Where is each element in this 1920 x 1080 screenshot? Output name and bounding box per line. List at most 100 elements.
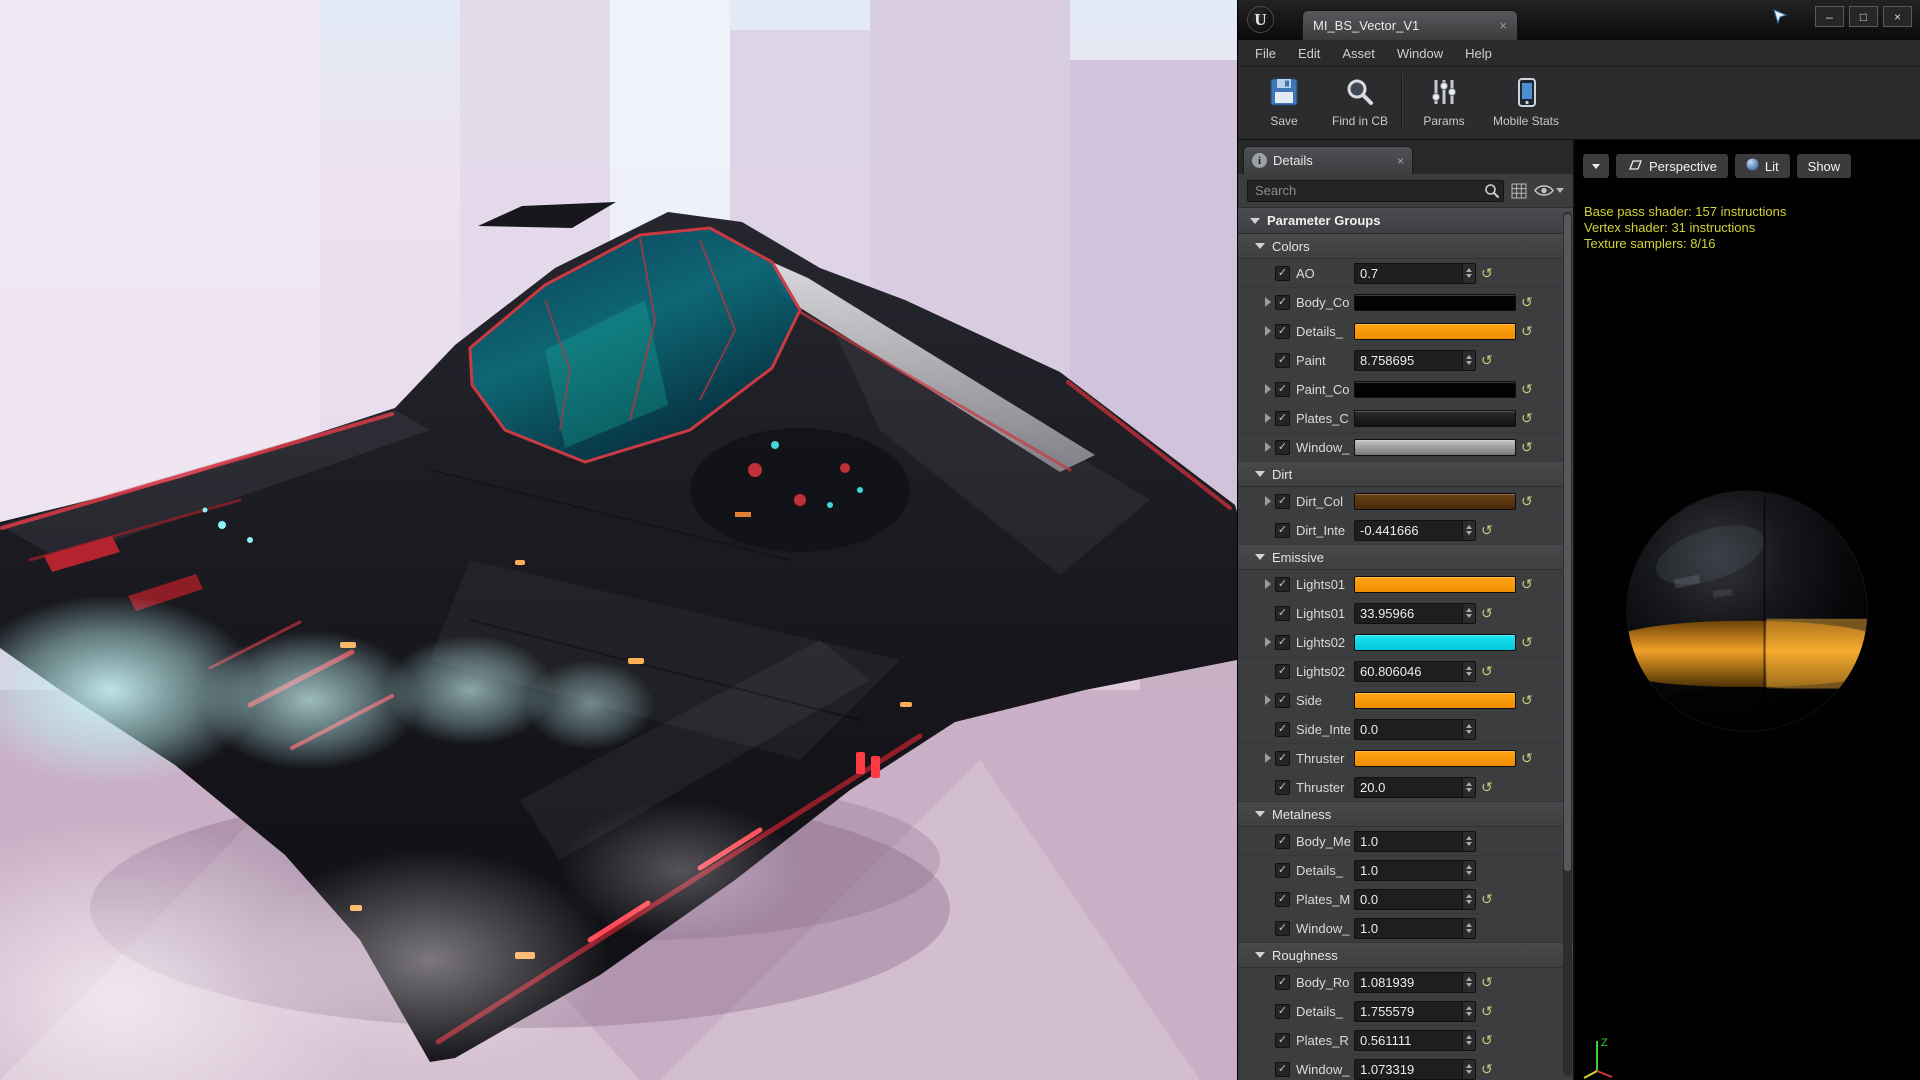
reset-icon[interactable]: ↺: [1521, 324, 1533, 338]
reset-icon[interactable]: ↺: [1521, 635, 1533, 649]
menu-help[interactable]: Help: [1454, 42, 1503, 65]
spinner-icon[interactable]: [1462, 603, 1475, 623]
param-checkbox[interactable]: ✓: [1275, 493, 1290, 509]
search-input[interactable]: [1247, 179, 1504, 202]
spinner-icon[interactable]: [1462, 263, 1475, 283]
color-swatch[interactable]: [1354, 293, 1516, 311]
expander-icon[interactable]: [1265, 695, 1271, 705]
color-swatch[interactable]: [1354, 409, 1516, 427]
visibility-filter-button[interactable]: [1534, 184, 1564, 197]
param-checkbox[interactable]: ✓: [1275, 605, 1290, 621]
color-swatch[interactable]: [1354, 575, 1516, 593]
expander-icon[interactable]: [1265, 442, 1271, 452]
param-checkbox[interactable]: ✓: [1275, 1032, 1290, 1048]
spinner-icon[interactable]: [1462, 918, 1475, 938]
menu-edit[interactable]: Edit: [1287, 42, 1331, 65]
param-checkbox[interactable]: ✓: [1275, 833, 1290, 849]
reset-icon[interactable]: ↺: [1481, 1062, 1493, 1076]
expander-icon[interactable]: [1265, 326, 1271, 336]
expander-icon[interactable]: [1265, 579, 1271, 589]
color-swatch[interactable]: [1354, 492, 1516, 510]
reset-icon[interactable]: ↺: [1481, 664, 1493, 678]
reset-icon[interactable]: ↺: [1481, 606, 1493, 620]
expander-icon[interactable]: [1265, 413, 1271, 423]
color-swatch[interactable]: [1354, 322, 1516, 340]
param-checkbox[interactable]: ✓: [1275, 381, 1290, 397]
material-preview-viewport[interactable]: Perspective Lit Show Base pass shader: 1…: [1574, 140, 1920, 1080]
param-checkbox[interactable]: ✓: [1275, 663, 1290, 679]
title-bar[interactable]: U MI_BS_Vector_V1 × – □ ×: [1238, 0, 1920, 40]
color-swatch[interactable]: [1354, 380, 1516, 398]
value-field[interactable]: 0.561111: [1354, 1029, 1476, 1051]
find-in-cb-button[interactable]: Find in CB: [1322, 72, 1398, 134]
reset-icon[interactable]: ↺: [1521, 693, 1533, 707]
expander-icon[interactable]: [1265, 384, 1271, 394]
color-swatch[interactable]: [1354, 749, 1516, 767]
spinner-icon[interactable]: [1462, 972, 1475, 992]
spinner-icon[interactable]: [1462, 719, 1475, 739]
section-header-colors[interactable]: Colors: [1238, 234, 1573, 259]
reset-icon[interactable]: ↺: [1521, 751, 1533, 765]
param-checkbox[interactable]: ✓: [1275, 891, 1290, 907]
value-field[interactable]: 1.073319: [1354, 1058, 1476, 1080]
details-tab[interactable]: i Details ×: [1243, 146, 1413, 174]
menu-window[interactable]: Window: [1386, 42, 1454, 65]
reset-icon[interactable]: ↺: [1481, 1033, 1493, 1047]
show-button[interactable]: Show: [1796, 154, 1852, 178]
section-header-roughness[interactable]: Roughness: [1238, 943, 1573, 968]
3d-viewport[interactable]: [0, 0, 1237, 1080]
spinner-icon[interactable]: [1462, 520, 1475, 540]
close-button[interactable]: ×: [1883, 6, 1912, 27]
spinner-icon[interactable]: [1462, 777, 1475, 797]
value-field[interactable]: 1.755579: [1354, 1000, 1476, 1022]
param-checkbox[interactable]: ✓: [1275, 294, 1290, 310]
reset-icon[interactable]: ↺: [1481, 266, 1493, 280]
save-button[interactable]: Save: [1246, 72, 1322, 134]
mobile-stats-button[interactable]: Mobile Stats: [1482, 72, 1570, 134]
section-header-emissive[interactable]: Emissive: [1238, 545, 1573, 570]
param-checkbox[interactable]: ✓: [1275, 522, 1290, 538]
minimize-button[interactable]: –: [1815, 6, 1844, 27]
value-field[interactable]: 0.7: [1354, 262, 1476, 284]
spinner-icon[interactable]: [1462, 1030, 1475, 1050]
reset-icon[interactable]: ↺: [1521, 295, 1533, 309]
details-scrollbar[interactable]: [1563, 212, 1572, 1076]
param-checkbox[interactable]: ✓: [1275, 721, 1290, 737]
value-field[interactable]: 0.0: [1354, 888, 1476, 910]
value-field[interactable]: 1.0: [1354, 859, 1476, 881]
reset-icon[interactable]: ↺: [1521, 411, 1533, 425]
grid-view-button[interactable]: [1511, 183, 1527, 199]
reset-icon[interactable]: ↺: [1521, 494, 1533, 508]
section-header-metalness[interactable]: Metalness: [1238, 802, 1573, 827]
reset-icon[interactable]: ↺: [1481, 353, 1493, 367]
param-checkbox[interactable]: ✓: [1275, 692, 1290, 708]
color-swatch[interactable]: [1354, 633, 1516, 651]
expander-icon[interactable]: [1265, 297, 1271, 307]
value-field[interactable]: 1.0: [1354, 830, 1476, 852]
reset-icon[interactable]: ↺: [1481, 780, 1493, 794]
section-header-dirt[interactable]: Dirt: [1238, 462, 1573, 487]
reset-icon[interactable]: ↺: [1521, 440, 1533, 454]
param-checkbox[interactable]: ✓: [1275, 576, 1290, 592]
scrollbar-thumb[interactable]: [1564, 214, 1571, 871]
param-checkbox[interactable]: ✓: [1275, 410, 1290, 426]
value-field[interactable]: 33.95966: [1354, 602, 1476, 624]
param-checkbox[interactable]: ✓: [1275, 920, 1290, 936]
spinner-icon[interactable]: [1462, 889, 1475, 909]
perspective-button[interactable]: Perspective: [1616, 154, 1728, 178]
param-checkbox[interactable]: ✓: [1275, 1003, 1290, 1019]
param-checkbox[interactable]: ✓: [1275, 974, 1290, 990]
spinner-icon[interactable]: [1462, 350, 1475, 370]
value-field[interactable]: -0.441666: [1354, 519, 1476, 541]
param-checkbox[interactable]: ✓: [1275, 1061, 1290, 1077]
expander-icon[interactable]: [1265, 637, 1271, 647]
expander-icon[interactable]: [1265, 496, 1271, 506]
lit-button[interactable]: Lit: [1734, 154, 1790, 178]
value-field[interactable]: 60.806046: [1354, 660, 1476, 682]
value-field[interactable]: 1.081939: [1354, 971, 1476, 993]
reset-icon[interactable]: ↺: [1481, 975, 1493, 989]
menu-file[interactable]: File: [1244, 42, 1287, 65]
param-checkbox[interactable]: ✓: [1275, 265, 1290, 281]
params-button[interactable]: Params: [1406, 72, 1482, 134]
reset-icon[interactable]: ↺: [1521, 382, 1533, 396]
